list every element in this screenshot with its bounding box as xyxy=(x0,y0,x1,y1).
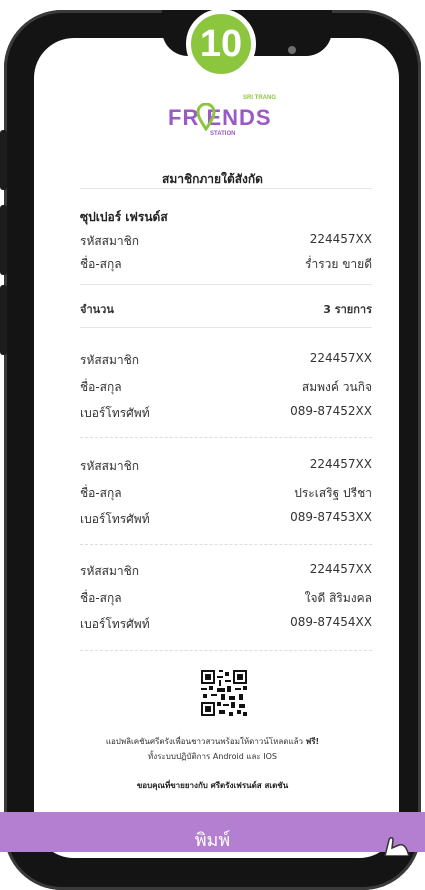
app-download-text: แอปพลิเคชันศรีตรังเพื่อนชาวสวนพร้อมให้ดา… xyxy=(0,735,425,748)
member-name-value: ร่ำรวย ขายดี xyxy=(305,257,372,271)
thank-you-text: ขอบคุณที่ขายยางกับ ศรีตรังเฟรนด์ส สเตชัน xyxy=(136,781,289,790)
member-name-row: ชื่อ-สกุล ร่ำรวย ขายดี xyxy=(80,255,372,274)
sub-member-phone-row: เบอร์โทรศัพท์ 089-87454XX xyxy=(80,615,372,634)
logo-brand-text: FR ENDS xyxy=(168,105,272,130)
sub-member-name-label: ชื่อ-สกุล xyxy=(80,486,122,500)
step-number-badge: 10 xyxy=(186,9,256,79)
map-pin-icon xyxy=(196,103,216,131)
count-value: 3 รายการ xyxy=(323,303,372,316)
sub-member-code-value: 224457XX xyxy=(309,562,372,576)
platform-text: ทั้งระบบปฏิบัติการ Android และ IOS xyxy=(148,752,277,761)
phone-side-button xyxy=(0,285,7,355)
sub-member-phone-row: เบอร์โทรศัพท์ 089-87452XX xyxy=(80,404,372,423)
member-name-label: ชื่อ-สกุล xyxy=(80,257,122,271)
phone-side-button xyxy=(0,205,7,275)
qr-code xyxy=(201,670,247,716)
logo-subtitle-top: SRI TRANG xyxy=(243,95,276,101)
member-code-value: 224457XX xyxy=(309,232,372,246)
app-download-line: แอปพลิเคชันศรีตรังเพื่อนชาวสวนพร้อมให้ดา… xyxy=(105,737,304,746)
count-row: จำนวน 3 รายการ xyxy=(80,300,372,318)
member-code-label: รหัสสมาชิก xyxy=(80,234,140,248)
logo-subtitle-bottom: STATION xyxy=(210,131,236,137)
member-code-row: รหัสสมาชิก 224457XX xyxy=(80,232,372,251)
count-label: จำนวน xyxy=(80,303,114,316)
sub-member-phone-value: 089-87453XX xyxy=(290,510,372,524)
divider xyxy=(80,188,372,189)
page-title: สมาชิกภายใต้สังกัด xyxy=(162,172,263,186)
dashed-divider xyxy=(80,544,372,545)
sub-member-name-value: สมพงค์ วนกิจ xyxy=(301,380,372,394)
sub-member-name-value: ใจดี สิริมงคล xyxy=(304,591,372,605)
sub-member-code-row: รหัสสมาชิก 224457XX xyxy=(80,351,372,370)
sritrang-friends-logo: SRI TRANG FR ENDS STATION xyxy=(168,95,278,147)
sub-member-name-row: ชื่อ-สกุล ใจดี สิริมงคล xyxy=(80,589,372,608)
sub-member-code-label: รหัสสมาชิก xyxy=(80,459,140,473)
sub-member-code-row: รหัสสมาชิก 224457XX xyxy=(80,457,372,476)
sub-member-name-label: ชื่อ-สกุล xyxy=(80,591,122,605)
sub-member-phone-value: 089-87452XX xyxy=(290,404,372,418)
free-label: ฟรี! xyxy=(305,737,320,746)
print-button[interactable]: พิมพ์ xyxy=(0,812,425,856)
hand-pointer-icon xyxy=(384,837,410,856)
camera-icon xyxy=(288,46,296,54)
divider xyxy=(80,284,372,285)
sub-member-phone-label: เบอร์โทรศัพท์ xyxy=(80,406,150,420)
sub-member-phone-label: เบอร์โทรศัพท์ xyxy=(80,512,150,526)
sub-member-phone-row: เบอร์โทรศัพท์ 089-87453XX xyxy=(80,510,372,529)
sub-member-name-row: ชื่อ-สกุล ประเสริฐ ปรีชา xyxy=(80,484,372,503)
sub-member-code-row: รหัสสมาชิก 224457XX xyxy=(80,562,372,581)
sub-member-name-row: ชื่อ-สกุล สมพงค์ วนกิจ xyxy=(80,378,372,397)
sub-member-code-value: 224457XX xyxy=(309,351,372,365)
sub-member-phone-value: 089-87454XX xyxy=(290,615,372,629)
dashed-divider xyxy=(80,650,372,651)
member-group-title: ซุปเปอร์ เฟรนด์ส xyxy=(80,210,168,224)
sub-member-code-value: 224457XX xyxy=(309,457,372,471)
divider xyxy=(80,327,372,328)
print-button-label: พิมพ์ xyxy=(194,829,231,851)
sub-member-code-label: รหัสสมาชิก xyxy=(80,564,140,578)
sub-member-phone-label: เบอร์โทรศัพท์ xyxy=(80,617,150,631)
dashed-divider xyxy=(80,437,372,438)
sub-member-name-label: ชื่อ-สกุล xyxy=(80,380,122,394)
sub-member-name-value: ประเสริฐ ปรีชา xyxy=(294,486,372,500)
sub-member-code-label: รหัสสมาชิก xyxy=(80,353,140,367)
